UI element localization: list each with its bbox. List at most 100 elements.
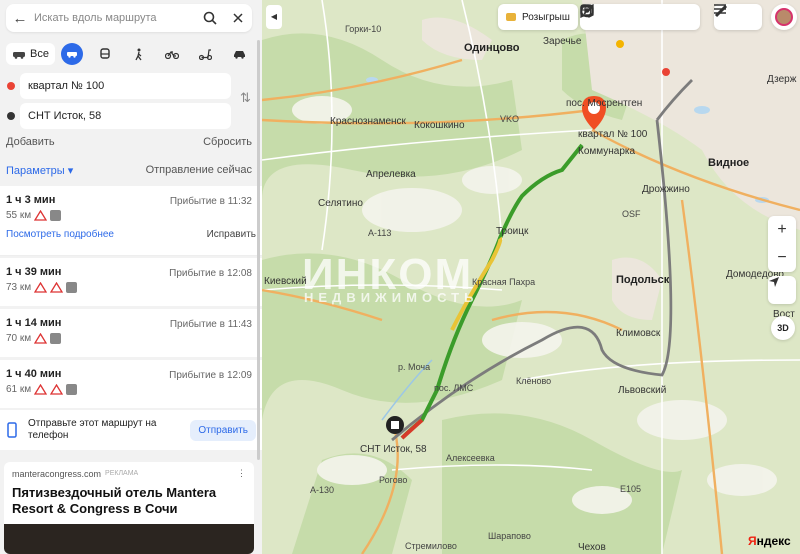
map-label: E105 bbox=[620, 484, 642, 494]
route-arrival: Прибытие в 11:32 bbox=[169, 196, 252, 207]
route-distance: 73 км bbox=[6, 282, 32, 293]
ad-domain[interactable]: manteracongress.com bbox=[12, 469, 101, 479]
map-canvas[interactable]: ИНКОМ НЕДВИЖИМОСТЬ Одинцово Заречье Горк… bbox=[262, 0, 800, 554]
map-label: А-113 bbox=[368, 228, 392, 238]
mode-scooter-button[interactable] bbox=[189, 42, 223, 66]
scooter-icon bbox=[199, 48, 213, 60]
ad-title[interactable]: Пятизвездочный отель Mantera Resort & Co… bbox=[12, 485, 246, 517]
warning-icon bbox=[34, 282, 48, 293]
origin-field[interactable]: квартал № 100 bbox=[20, 73, 231, 99]
more-icon[interactable]: ⋮ bbox=[237, 468, 246, 479]
yandex-logo: Яндекс bbox=[748, 534, 791, 548]
route-option-1[interactable]: 1 ч 3 мин Прибытие в 11:32 55 км Посмотр… bbox=[0, 186, 262, 256]
map-label: Дрожжино bbox=[642, 184, 690, 195]
car-bus-icon bbox=[13, 52, 25, 59]
send-to-phone: Отправьте этот маршрут на телефон Отправ… bbox=[0, 410, 262, 450]
route-option-4[interactable]: 1 ч 40 мин Прибытие в 12:09 61 км bbox=[0, 360, 262, 408]
3d-button[interactable]: 3D bbox=[771, 316, 795, 340]
map-label: пос. Мосрентген bbox=[566, 98, 643, 109]
route-option-3[interactable]: 1 ч 14 мин Прибытие в 11:43 70 км bbox=[0, 309, 262, 357]
ad-image[interactable] bbox=[4, 524, 254, 554]
user-avatar[interactable] bbox=[771, 4, 797, 30]
map-label: Подольск bbox=[616, 274, 670, 286]
map-label: Стремилово bbox=[405, 541, 457, 551]
point-actions: Добавить Сбросить bbox=[6, 136, 252, 148]
ticket-icon bbox=[506, 13, 516, 21]
mode-transit-button[interactable] bbox=[88, 42, 122, 66]
zoom-in-button[interactable]: + bbox=[777, 216, 786, 244]
mode-bike-button[interactable] bbox=[155, 42, 189, 66]
departure-time[interactable]: Отправление сейчас bbox=[146, 164, 252, 177]
mode-all-button[interactable]: Все bbox=[6, 43, 55, 65]
navigation-arrow-icon bbox=[769, 277, 779, 287]
map-label: р. Моча bbox=[398, 362, 431, 372]
params-dropdown[interactable]: Параметры ▾ bbox=[6, 164, 73, 177]
map-label: Шарапово bbox=[488, 531, 531, 541]
close-icon[interactable] bbox=[224, 13, 252, 23]
send-text: Отправьте этот маршрут на телефон bbox=[28, 418, 157, 441]
map-label: Видное bbox=[708, 157, 750, 169]
phone-icon bbox=[7, 422, 17, 438]
bus-icon bbox=[100, 48, 110, 59]
warning-icon bbox=[34, 384, 48, 395]
collapse-panel-button[interactable]: ◀ bbox=[266, 5, 282, 29]
route-edit-link[interactable]: Исправить bbox=[207, 229, 256, 240]
toll-icon bbox=[50, 210, 62, 221]
mode-walk-button[interactable] bbox=[122, 42, 156, 66]
route-distance: 70 км bbox=[6, 333, 32, 344]
add-point-link[interactable]: Добавить bbox=[6, 136, 55, 148]
map-label: Селятино bbox=[318, 198, 363, 209]
map-label: Кокошкино bbox=[414, 120, 465, 131]
origin-dot-icon bbox=[7, 82, 15, 90]
map-label: Рогово bbox=[379, 475, 408, 485]
map-label: Дзерж bbox=[767, 74, 797, 85]
send-button[interactable]: Отправить bbox=[190, 419, 256, 441]
map-label: Горки-10 bbox=[345, 24, 382, 34]
map-label: Коммунарка bbox=[578, 146, 636, 157]
car-icon bbox=[60, 43, 83, 65]
map-label: Львовский bbox=[618, 385, 667, 396]
map-label: Заречье bbox=[543, 36, 582, 47]
promo-button[interactable]: Розыгрыш bbox=[498, 4, 578, 30]
zoom-controls: + − bbox=[768, 216, 796, 272]
route-arrival: Прибытие в 12:08 bbox=[169, 268, 252, 279]
swap-icon[interactable]: ⇅ bbox=[240, 90, 251, 106]
warning-icon bbox=[34, 333, 48, 344]
mode-taxi-button[interactable] bbox=[222, 42, 256, 66]
map-label: Алексеевка bbox=[446, 453, 495, 463]
tools-toolbar bbox=[714, 4, 762, 30]
search-input[interactable]: Искать вдоль маршрута bbox=[34, 12, 196, 24]
map-label: Киевский bbox=[264, 276, 307, 287]
warning-icon bbox=[50, 384, 64, 395]
route-details-link[interactable]: Посмотреть подробнее bbox=[6, 229, 114, 240]
route-option-2[interactable]: 1 ч 39 мин Прибытие в 12:08 73 км bbox=[0, 258, 262, 306]
back-arrow-icon[interactable]: ← bbox=[6, 10, 34, 27]
map-label: пос. ЛМС bbox=[434, 383, 474, 393]
promo-label: Розыгрыш bbox=[522, 11, 570, 23]
search-bar[interactable]: ← Искать вдоль маршрута bbox=[6, 4, 252, 32]
map-label: Апрелевка bbox=[366, 169, 416, 180]
route-distance: 55 км bbox=[6, 210, 32, 221]
ad-tag: РЕКЛАМА bbox=[105, 470, 139, 477]
ad-card[interactable]: manteracongress.com РЕКЛАМА ⋮ Пятизвездо… bbox=[4, 462, 254, 554]
route-distance: 61 км bbox=[6, 384, 32, 395]
destination-field[interactable]: СНТ Исток, 58 bbox=[20, 103, 231, 129]
map-label: VKO bbox=[500, 114, 520, 124]
mode-car-button[interactable] bbox=[55, 42, 89, 66]
map-label: Клёново bbox=[516, 376, 552, 386]
search-icon[interactable] bbox=[196, 11, 224, 25]
watermark-sub: НЕДВИЖИМОСТЬ bbox=[304, 290, 479, 305]
map-label: Одинцово bbox=[464, 42, 520, 54]
map-label: Краснознаменск bbox=[330, 116, 406, 127]
route-arrival: Прибытие в 12:09 bbox=[169, 370, 252, 381]
layers-toolbar bbox=[580, 4, 700, 30]
taxi-icon bbox=[233, 51, 245, 59]
map-label: Климовск bbox=[616, 328, 661, 339]
destination-dot-icon bbox=[7, 112, 15, 120]
panel-scrollbar[interactable] bbox=[257, 40, 260, 460]
warning-icon bbox=[50, 282, 64, 293]
transport-modes: Все bbox=[6, 42, 256, 66]
reset-link[interactable]: Сбросить bbox=[203, 136, 252, 148]
zoom-out-button[interactable]: − bbox=[777, 244, 786, 272]
route-arrival: Прибытие в 11:43 bbox=[169, 319, 252, 330]
